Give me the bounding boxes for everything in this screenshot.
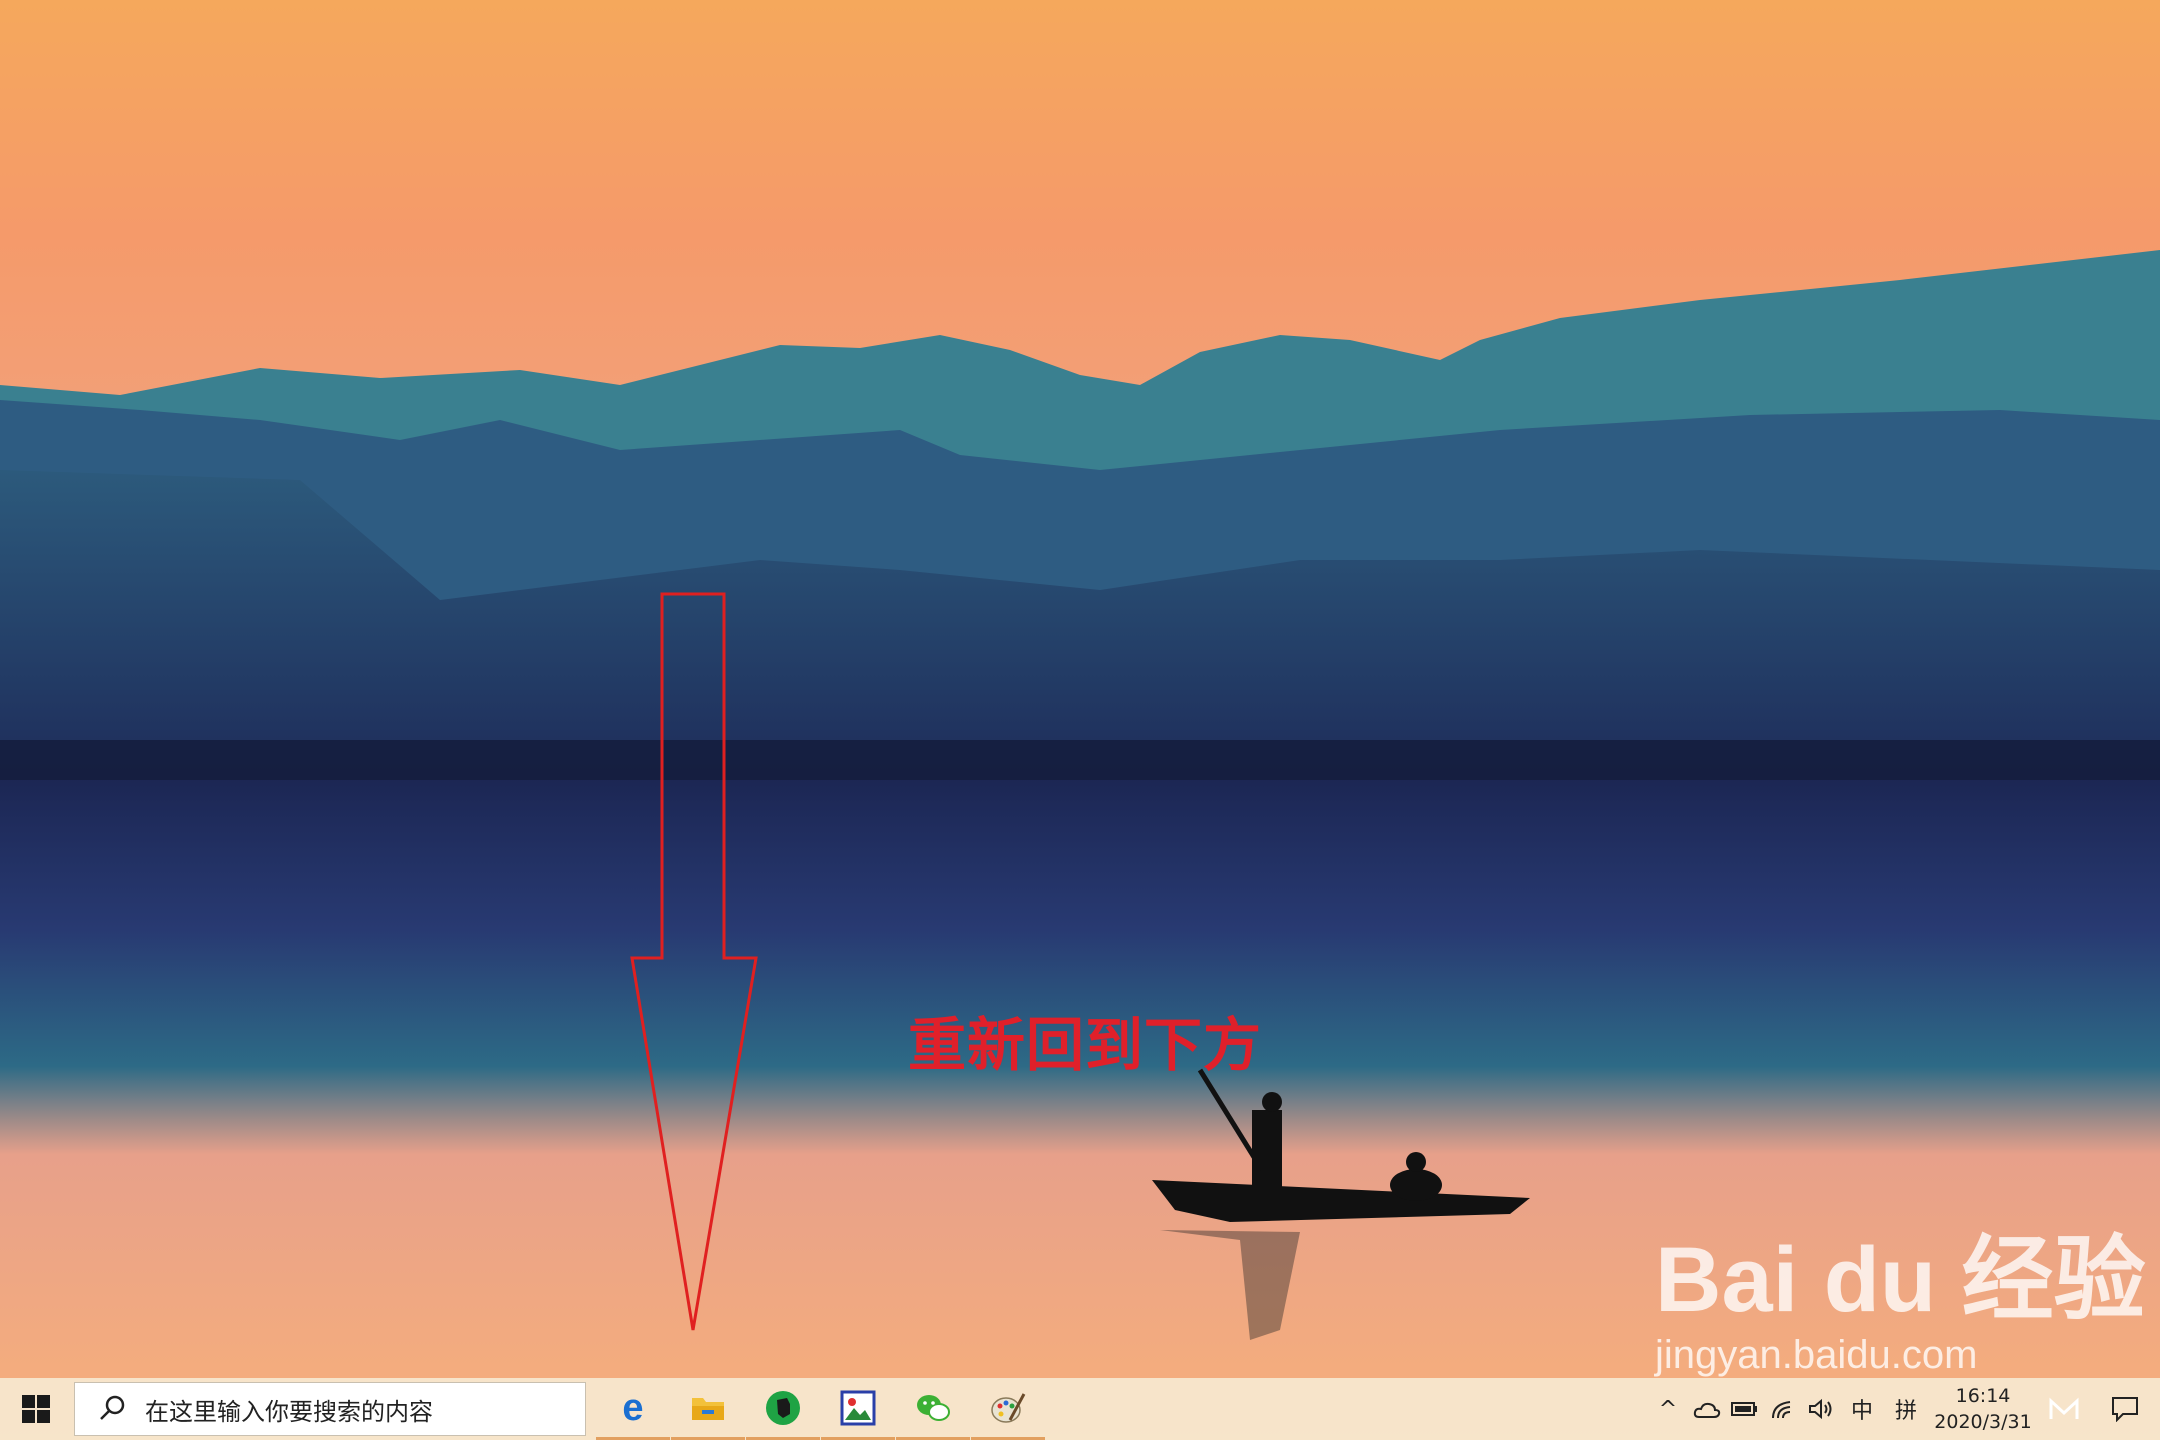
watermark-logo: Bai du 经验 — [1655, 1229, 2146, 1331]
clock-time: 16:14 — [1955, 1385, 2011, 1407]
onedrive-tray[interactable] — [1688, 1378, 1726, 1440]
evernote-icon — [766, 1390, 800, 1425]
taskbar-evernote[interactable] — [746, 1378, 820, 1440]
input-mode-toggle[interactable]: 中 — [1840, 1378, 1884, 1440]
watermark-url: jingyan.baidu.com — [1655, 1333, 1978, 1377]
network-tray[interactable] — [1764, 1378, 1802, 1440]
battery-tray[interactable] — [1726, 1378, 1764, 1440]
chevron-up-icon: ^ — [1658, 1396, 1678, 1422]
volume-tray[interactable] — [1802, 1378, 1840, 1440]
taskbar-search-box[interactable]: 在这里输入你要搜索的内容 — [74, 1382, 586, 1436]
windows-icon — [22, 1395, 50, 1423]
ime-pinyin[interactable]: 拼 — [1884, 1378, 1928, 1440]
clock[interactable]: 16:14 2020/3/31 — [1928, 1378, 2038, 1440]
notification-icon — [2112, 1397, 2138, 1422]
annotation-text: 重新回到下方 — [908, 1011, 1263, 1079]
baidu-watermark: Bai du 经验 jingyan.baidu.com — [1655, 1205, 2146, 1390]
battery-icon — [1731, 1402, 1757, 1416]
start-button[interactable] — [0, 1378, 72, 1440]
image-viewer-icon — [840, 1390, 876, 1425]
svg-text:e: e — [622, 1388, 643, 1428]
taskbar-file-explorer[interactable] — [671, 1378, 745, 1440]
edge-icon: e — [622, 1388, 643, 1428]
meet-now-tray[interactable] — [2038, 1378, 2090, 1440]
mail-icon — [2049, 1397, 2079, 1419]
taskbar: 在这里输入你要搜索的内容 e ^ 中 拼 16:14 2020/3/31 — [0, 1378, 2160, 1440]
search-icon — [100, 1395, 125, 1420]
clock-date: 2020/3/31 — [1934, 1411, 2032, 1433]
action-center-button[interactable] — [2090, 1378, 2160, 1440]
paint-icon — [991, 1392, 1026, 1423]
system-tray: ^ 中 拼 16:14 2020/3/31 — [1648, 1378, 2160, 1440]
wechat-icon — [917, 1394, 950, 1421]
taskbar-wechat[interactable] — [896, 1378, 970, 1440]
cloud-icon — [1693, 1402, 1721, 1418]
taskbar-image-viewer[interactable] — [821, 1378, 895, 1440]
show-hidden-icons[interactable]: ^ — [1648, 1378, 1688, 1440]
taskbar-edge[interactable]: e — [596, 1378, 670, 1440]
wifi-icon — [1772, 1401, 1791, 1419]
file-explorer-icon — [692, 1397, 724, 1420]
taskbar-paint[interactable] — [971, 1378, 1045, 1440]
speaker-icon — [1809, 1398, 1832, 1420]
search-placeholder: 在这里输入你要搜索的内容 — [145, 1397, 433, 1426]
